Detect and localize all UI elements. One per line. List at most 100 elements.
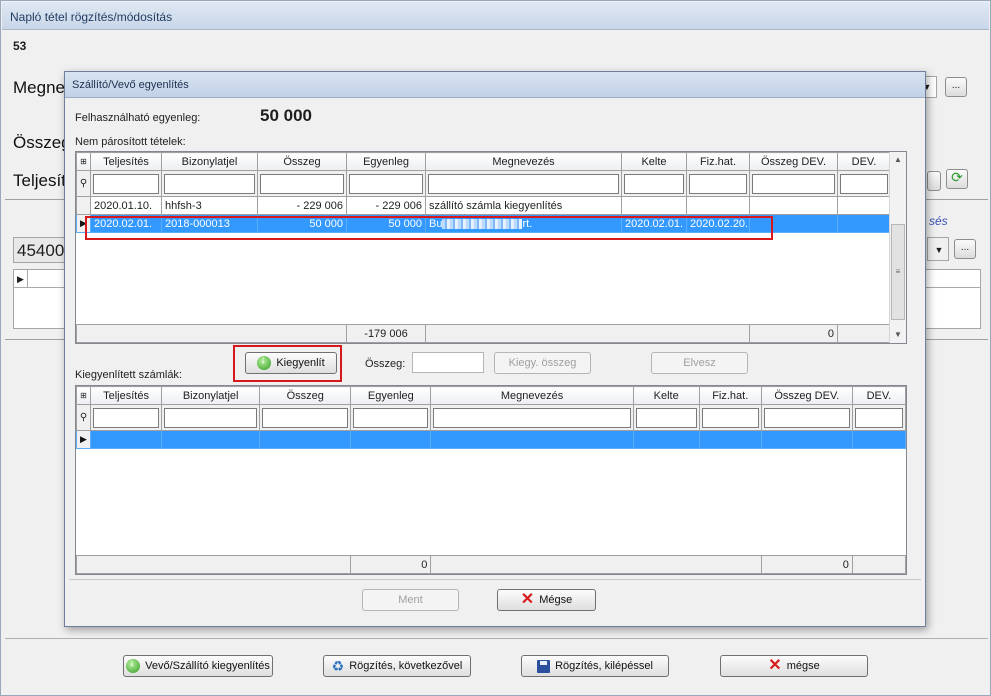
account-dropdown[interactable]: ▼ [927,237,949,261]
col-header[interactable]: Összeg DEV. [749,152,838,171]
cancel-dialog-button-label: Mégse [539,594,573,606]
cancel-button-label: mégse [786,660,820,672]
dialog-title-bar: Szállító/Vevő egyenlítés [65,72,925,98]
scroll-down-icon[interactable]: ▼ [890,327,906,343]
cell-fizhat [686,196,750,215]
main-title-bar: Napló tétel rögzítés/módosítás [2,2,989,30]
filter-cell[interactable] [257,170,347,197]
account-browse-button[interactable]: ... [954,239,976,259]
cancel-dialog-button[interactable]: ✕ Mégse [497,589,596,611]
col-header[interactable]: Összeg [257,152,347,171]
filter-cell[interactable] [425,170,622,197]
col-header[interactable]: Megnevezés [425,152,622,171]
unpaired-items-label: Nem párosított tételek: [75,136,186,148]
cell-osszeg-dev [749,196,838,215]
unpaired-header-row: ⊞ Teljesítés Bizonylatjel Összeg Egyenle… [76,152,891,171]
lose-button-label: Elvesz [683,357,716,369]
binoculars-icon: ⚲ [76,170,91,197]
row-pointer-icon: ▶ [75,430,92,449]
col-header[interactable]: DEV. [851,386,907,405]
vertical-scrollbar[interactable]: ▲ ≡ ▼ [889,152,906,343]
col-header[interactable]: Fiz.hat. [698,386,762,405]
cell-egyenleg: - 229 006 [346,196,426,215]
footer-cell [76,324,347,343]
account-combo[interactable]: 454004 [13,237,74,263]
cancel-button[interactable]: ✕ mégse [720,655,868,677]
col-header[interactable]: Egyenleg [346,152,426,171]
filter-cell[interactable] [90,404,163,431]
col-header[interactable]: Megnevezés [430,386,634,405]
unpaired-items-grid[interactable]: ⊞ Teljesítés Bizonylatjel Összeg Egyenle… [75,151,907,344]
filter-cell[interactable] [346,170,426,197]
settle-amount-button-label: Kiegy. összeg [508,357,577,369]
settled-invoices-label: Kiegyenlített számlák: [75,369,182,381]
filter-row: ⚲ [75,404,907,431]
available-balance-value: 50 000 [260,106,312,125]
binoculars-icon: ⚲ [75,404,92,431]
filter-cell[interactable] [749,170,838,197]
col-header[interactable]: Egyenleg [350,386,432,405]
scroll-up-icon[interactable]: ▲ [890,152,906,168]
unpaired-footer-row: -179 006 0 [76,324,892,343]
filter-cell[interactable] [851,404,907,431]
col-header[interactable]: DEV. [837,152,891,171]
filter-cell[interactable] [621,170,687,197]
col-header[interactable]: Kelte [632,386,700,405]
filter-cell[interactable] [837,170,891,197]
main-title: Napló tétel rögzítés/módosítás [10,10,173,24]
date-button[interactable] [927,171,941,191]
filter-cell[interactable] [161,404,261,431]
table-cell [851,430,907,449]
cell-osszeg: - 229 006 [257,196,347,215]
filter-cell[interactable] [698,404,762,431]
col-header[interactable]: Bizonylatjel [161,386,261,405]
cell-teljesites: 2020.01.10. [90,196,162,215]
table-row[interactable]: 2020.01.10. hhfsh-3 - 229 006 - 229 006 … [76,196,891,215]
green-arrow-icon [126,657,141,673]
col-header[interactable]: Kelte [621,152,687,171]
dialog-title: Szállító/Vevő egyenlítés [72,79,189,91]
amount-label: Összeg: [365,358,406,370]
filter-cell[interactable] [686,170,750,197]
table-cell [632,430,700,449]
table-cell [350,430,432,449]
table-cell [161,430,261,449]
filter-cell[interactable] [90,170,162,197]
filter-cell[interactable] [632,404,700,431]
cell-bizonylat: hhfsh-3 [161,196,258,215]
megnevezes-browse-button[interactable]: ... [945,77,967,97]
amount-input[interactable] [412,352,484,373]
col-header[interactable]: Fiz.hat. [686,152,750,171]
lose-button[interactable]: Elvesz [651,352,748,374]
save-dialog-button[interactable]: Ment [362,589,459,611]
settle-button[interactable]: Vevő/Szállító kiegyenlítés [123,655,273,677]
filter-cell[interactable] [760,404,853,431]
col-header[interactable]: Összeg DEV. [760,386,853,405]
refresh-button[interactable]: ⟳ [946,169,968,189]
floppy-icon [537,659,551,673]
col-header[interactable]: Teljesítés [90,386,163,405]
save-exit-button[interactable]: Rögzítés, kilépéssel [521,655,669,677]
settle-button-label: Vevő/Szállító kiegyenlítés [145,660,270,672]
red-x-icon: ✕ [520,591,535,608]
col-header[interactable]: Összeg [259,386,352,405]
footer-cell [851,555,907,574]
save-next-button-label: Rögzítés, következővel [349,660,463,672]
col-header[interactable]: Bizonylatjel [161,152,258,171]
table-cell [90,430,163,449]
table-row-selected[interactable]: ▶ [75,430,907,449]
footer-osszeg-dev-total: 0 [760,555,853,574]
col-header[interactable]: Teljesítés [90,152,162,171]
settle-amount-button[interactable]: Kiegy. összeg [494,352,591,374]
save-next-button[interactable]: ♻ Rögzítés, következővel [323,655,471,677]
filter-cell[interactable] [161,170,258,197]
settle-link[interactable]: sés [929,214,948,228]
scroll-thumb[interactable]: ≡ [891,224,905,320]
settled-invoices-grid[interactable]: ⊞ Teljesítés Bizonylatjel Összeg Egyenle… [75,385,907,575]
footer-egyenleg-total: -179 006 [346,324,426,343]
filter-cell[interactable] [430,404,634,431]
filter-cell[interactable] [350,404,432,431]
bottom-button-bar: Vevő/Szállító kiegyenlítés ♻ Rögzítés, k… [5,638,988,690]
row-header [76,196,91,215]
filter-cell[interactable] [259,404,352,431]
